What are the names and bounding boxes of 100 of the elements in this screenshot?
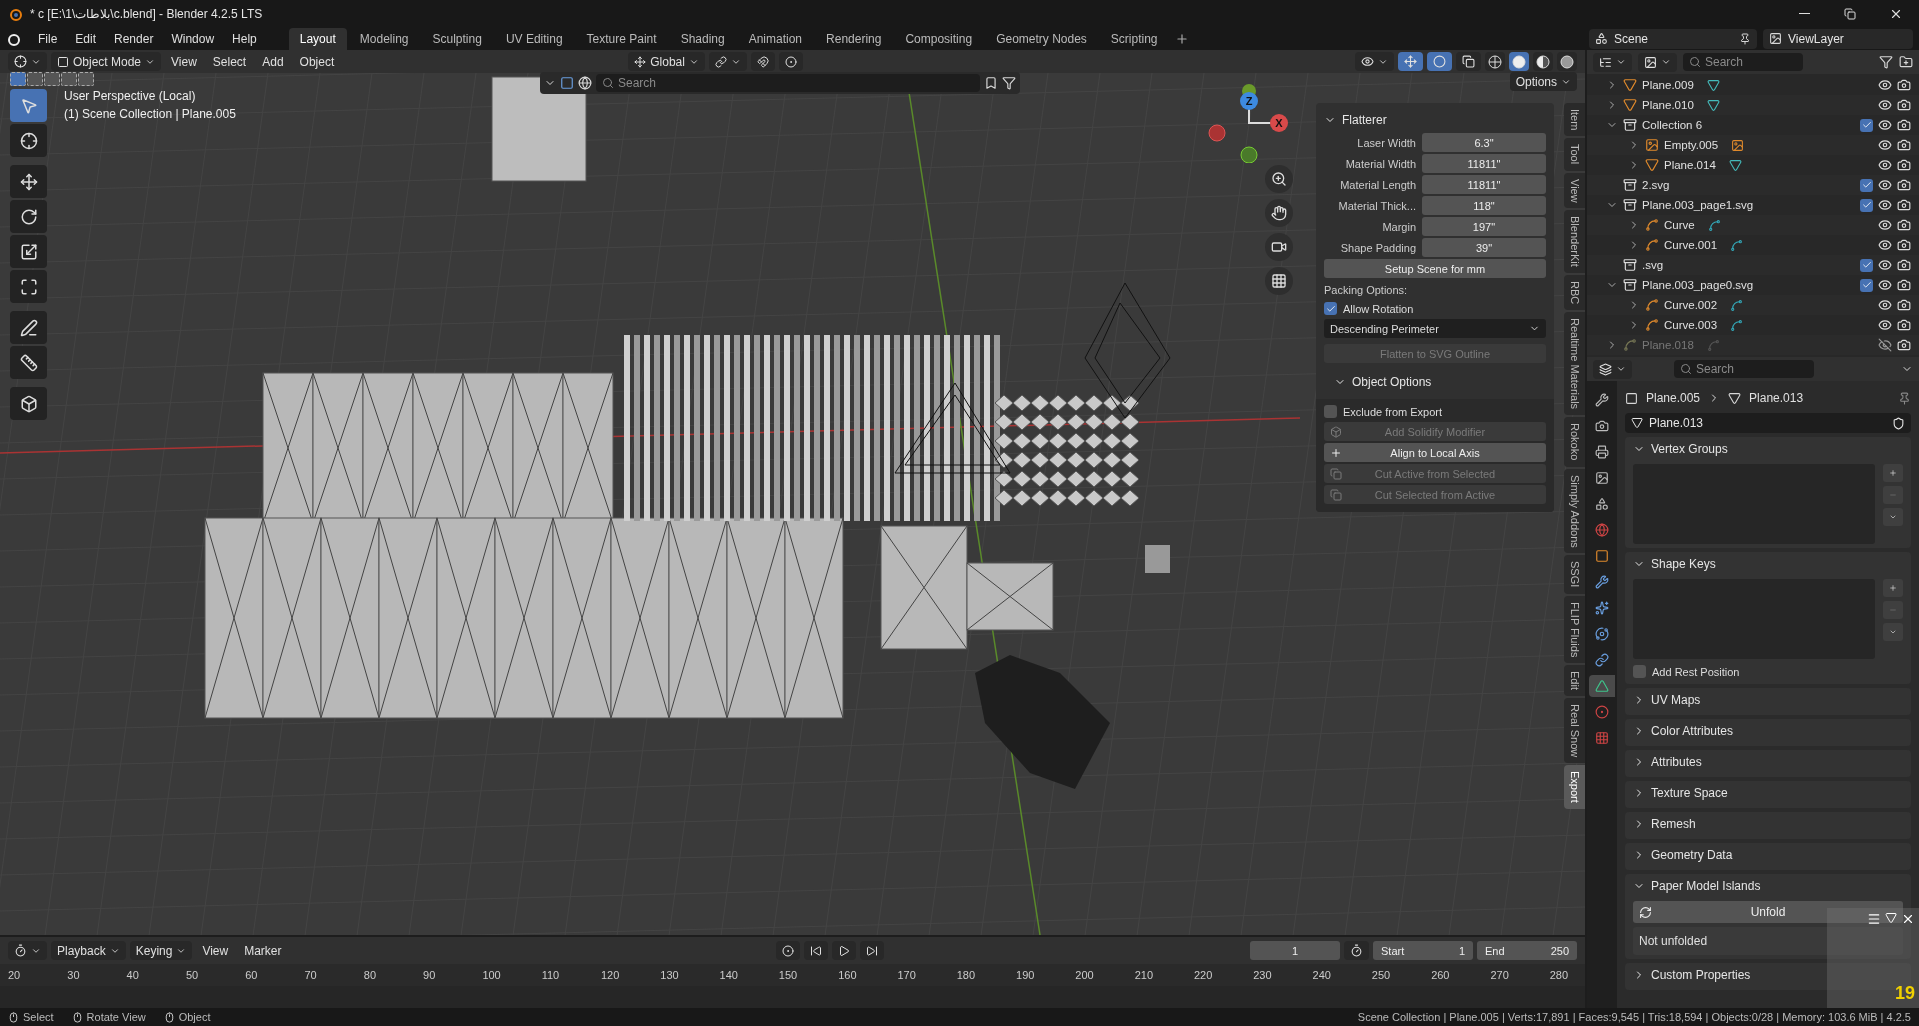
search-field[interactable]: Search (1683, 53, 1803, 71)
number-field[interactable]: 11811" (1422, 154, 1546, 173)
outliner-item-name[interactable]: Plane.003_page1.svg (1642, 199, 1754, 211)
options-dropdown[interactable]: Options (1509, 72, 1577, 91)
workspace-tab[interactable]: Compositing (894, 28, 984, 50)
sidebar-tab[interactable]: Edit (1564, 665, 1585, 697)
panel-header[interactable]: UV Maps (1633, 689, 1903, 711)
workspace-tab[interactable]: Modeling (348, 28, 420, 50)
workspace-tab[interactable]: Scripting (1099, 28, 1169, 50)
field-label: Material Width (1344, 157, 1416, 170)
frame-number: 260 (1431, 969, 1451, 981)
breadcrumb-item[interactable]: Plane.005 (1646, 391, 1701, 405)
menu-item[interactable]: Help (224, 29, 265, 48)
sidebar-tab[interactable]: Export (1564, 765, 1585, 810)
mode-dropdown[interactable]: Object Mode (51, 52, 162, 71)
menu-item[interactable]: Object (293, 52, 341, 71)
panel-header[interactable]: Custom Properties (1633, 964, 1903, 986)
outliner-item-name[interactable]: Curve (1664, 219, 1695, 231)
search-field[interactable]: Search (596, 74, 980, 92)
menu-item[interactable]: Render (106, 29, 162, 48)
sidebar-tab[interactable]: Item (1564, 103, 1585, 137)
orientation-dropdown[interactable]: Global (628, 52, 705, 71)
workspace-tab[interactable]: Shading (669, 28, 736, 50)
sidebar-tab[interactable]: Simply Addons (1564, 468, 1585, 554)
frame-field[interactable]: 1 (1250, 941, 1340, 960)
number-field[interactable]: 39" (1422, 238, 1546, 257)
status-stats: Scene Collection | Plane.005 | Verts:17,891 | Faces:9,545 | Tris:18,594 | Objects:0/28 | Memory: 103.6 MiB | 4.2.5 (1357, 1011, 1911, 1023)
outliner-item-name[interactable]: .svg (1642, 259, 1664, 271)
view-layer-selector[interactable]: ViewLayer (1763, 28, 1913, 49)
outliner-item-name[interactable]: Curve.003 (1664, 319, 1718, 331)
menu-item[interactable]: Keying (129, 941, 193, 960)
frame-number: 270 (1490, 969, 1510, 981)
panel-header[interactable]: Remesh (1633, 813, 1903, 835)
menu-item[interactable]: Playback (51, 941, 126, 960)
panel-header[interactable]: Color Attributes (1633, 720, 1903, 742)
panel-header[interactable]: Object Options (1334, 371, 1546, 393)
unfold-button[interactable]: Unfold (1633, 901, 1903, 923)
number-field[interactable]: 6.3" (1422, 133, 1546, 152)
field-label: Margin (1381, 220, 1416, 233)
workspace-tab[interactable]: Sculpting (421, 28, 493, 50)
outliner-item-name[interactable]: Collection 6 (1642, 119, 1703, 131)
end-frame-field[interactable]: End 250 (1477, 941, 1577, 960)
menu-item[interactable]: Window (163, 29, 223, 48)
action-button[interactable]: Align to Local Axis (1324, 443, 1546, 462)
panel-header[interactable]: Texture Space (1633, 782, 1903, 804)
panel-header[interactable]: Shape Keys (1633, 553, 1903, 575)
frame-number: 250 (1371, 969, 1392, 981)
workspace-tab[interactable]: Rendering (815, 28, 893, 50)
outliner-item-name[interactable]: Plane.009 (1642, 79, 1694, 91)
status-hint: Select (23, 1011, 54, 1023)
sort-dropdown[interactable]: Descending Perimeter (1324, 319, 1546, 338)
field-label: Material Thick... (1337, 199, 1416, 212)
checkbox-label[interactable]: Add Rest Position (1652, 665, 1740, 678)
panel-header[interactable]: Paper Model Islands (1633, 875, 1903, 897)
start-frame-field[interactable]: Start 1 (1373, 941, 1473, 960)
outliner-item-name[interactable]: 2.svg (1642, 179, 1670, 191)
setup-button[interactable]: Setup Scene for mm (1324, 259, 1546, 278)
number-field[interactable]: 11811" (1422, 175, 1546, 194)
menu-item[interactable]: File (30, 29, 66, 48)
sidebar-tab[interactable]: Tool (1564, 138, 1585, 171)
frame-number: 130 (660, 969, 680, 981)
outliner-item-name[interactable]: Plane.014 (1664, 159, 1716, 171)
outliner-item-name[interactable]: Plane.010 (1642, 99, 1694, 111)
sidebar-tab[interactable]: View (1564, 172, 1585, 209)
workspace-tab[interactable]: UV Editing (494, 28, 574, 50)
sidebar-tab[interactable]: Realtime Materials (1564, 312, 1585, 416)
menu-item[interactable]: View (196, 941, 235, 960)
workspace-tab[interactable]: Layout (288, 28, 347, 50)
number-field[interactable]: 118" (1422, 196, 1546, 215)
menu-item[interactable]: View (165, 52, 203, 71)
workspace-tab[interactable]: Geometry Nodes (985, 28, 1098, 50)
workspace-tab[interactable]: Animation (737, 28, 814, 50)
menu-item[interactable]: Select (206, 52, 253, 71)
panel-header[interactable]: Attributes (1633, 751, 1903, 773)
workspace-tab[interactable]: Texture Paint (575, 28, 668, 50)
scene-selector[interactable]: Scene (1589, 28, 1757, 49)
menu-item[interactable]: Add (256, 52, 290, 71)
breadcrumb-item[interactable]: Plane.013 (1749, 391, 1804, 405)
menu-item[interactable]: Marker (238, 941, 288, 960)
number-field[interactable]: 197" (1422, 217, 1546, 236)
name-field[interactable]: Plane.013 (1625, 413, 1911, 433)
search-field[interactable]: Search (1674, 360, 1814, 378)
sidebar-tab[interactable]: Rokoko (1564, 417, 1585, 467)
outliner-item-name[interactable]: Plane.003_page0.svg (1642, 279, 1754, 291)
outliner-item-name[interactable]: Curve.002 (1664, 299, 1718, 311)
sidebar-tab[interactable]: SSGI (1564, 555, 1585, 594)
sidebar-tab[interactable]: RBC (1564, 275, 1585, 311)
checkbox-label[interactable]: Allow Rotation (1343, 302, 1414, 315)
checkbox-label[interactable]: Exclude from Export (1343, 405, 1443, 418)
menu-item[interactable]: Edit (67, 29, 105, 48)
outliner-item-name[interactable]: Curve.001 (1664, 239, 1718, 251)
sidebar-tab[interactable]: FLIP Fluids (1564, 595, 1585, 664)
panel-header[interactable]: Vertex Groups (1633, 438, 1903, 460)
sidebar-tab[interactable]: BlenderKit (1564, 210, 1585, 273)
sidebar-tab[interactable]: Real Snow (1564, 698, 1585, 764)
frame-number: 160 (838, 969, 858, 981)
panel-header[interactable]: Geometry Data (1633, 844, 1903, 866)
frame-number: 110 (541, 969, 561, 981)
panel-header[interactable]: Flatterer (1324, 109, 1546, 131)
outliner-item-name[interactable]: Empty.005 (1664, 139, 1719, 151)
